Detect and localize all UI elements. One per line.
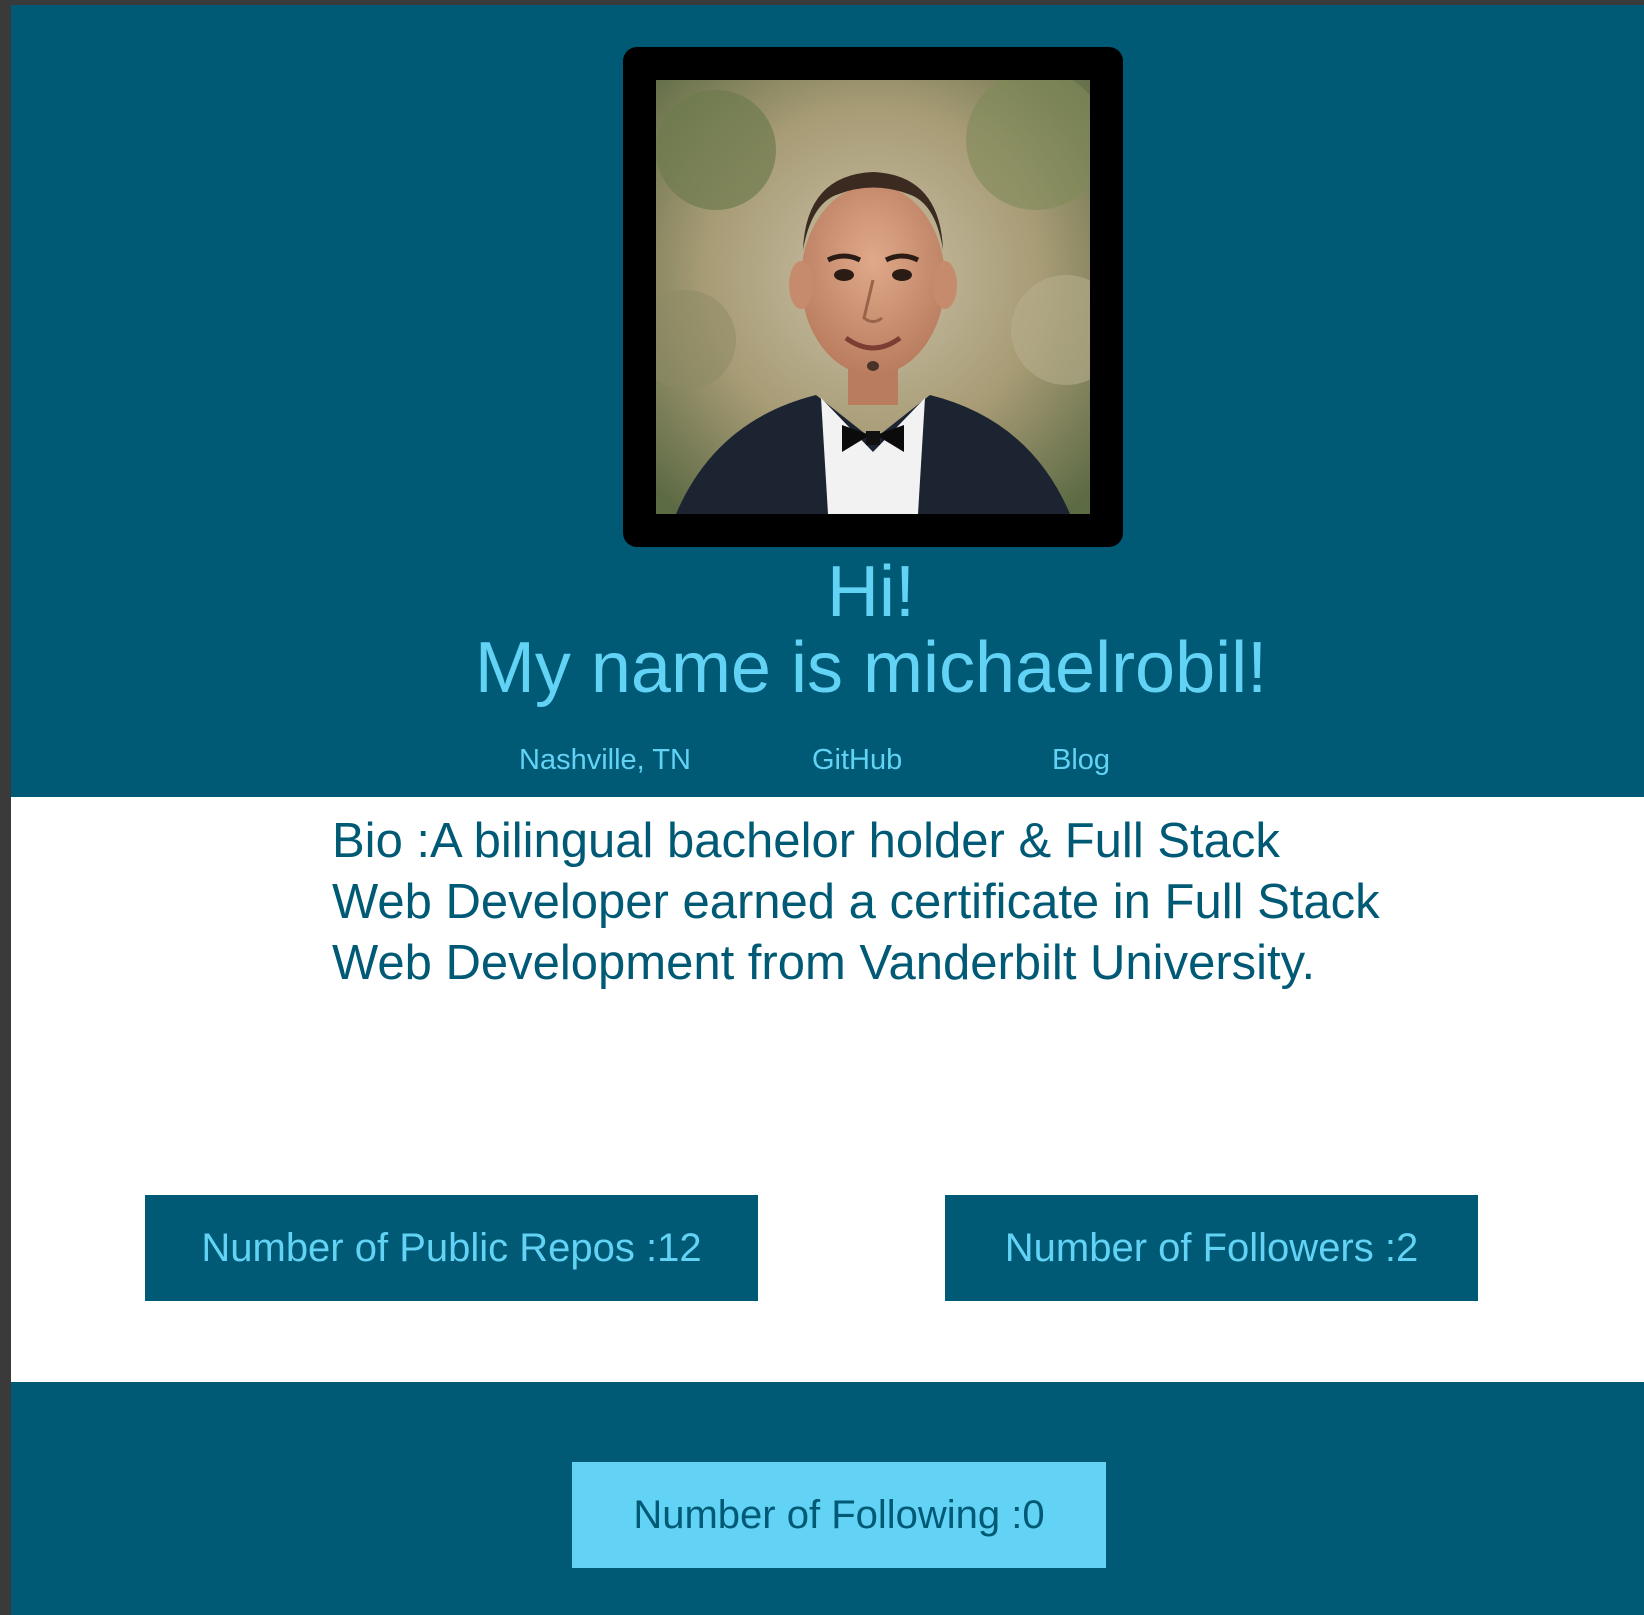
followers-button[interactable]: Number of Followers :2 [945,1195,1478,1301]
bio-text: Bio :A bilingual bachelor holder & Full … [332,814,1380,990]
bio-section: Bio :A bilingual bachelor holder & Full … [11,797,1644,1382]
avatar [656,80,1090,514]
profile-header: Hi! My name is michaelrobil! Nashville, … [11,5,1644,797]
greeting: Hi! [827,552,915,632]
github-link[interactable]: GitHub [812,740,902,780]
avatar-image [656,80,1090,514]
public-repos-button[interactable]: Number of Public Repos :12 [145,1195,758,1301]
avatar-frame [623,47,1123,547]
page-title: My name is michaelrobil! [474,628,1268,708]
location-link[interactable]: Nashville, TN [519,740,691,780]
blog-link[interactable]: Blog [1052,740,1110,780]
profile-footer: Number of Following :0 [11,1382,1644,1615]
profile-links: Nashville, TN GitHub Blog [11,740,1644,780]
profile-page: Hi! My name is michaelrobil! Nashville, … [11,5,1644,1615]
following-button[interactable]: Number of Following :0 [572,1462,1106,1568]
